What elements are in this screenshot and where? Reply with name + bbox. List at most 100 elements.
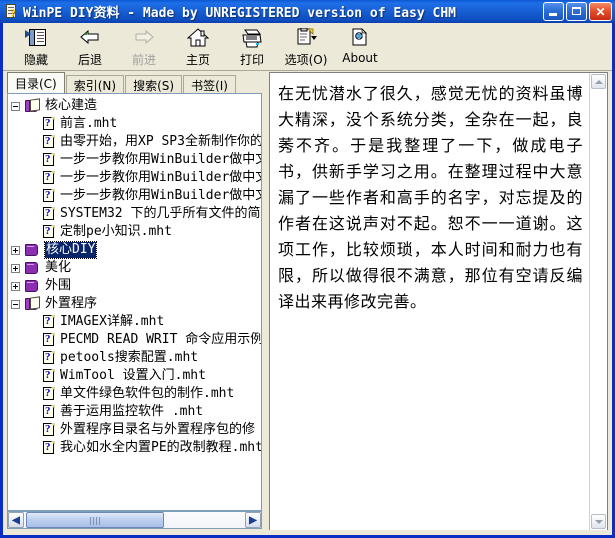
window-title: WinPE DIY资料 - Made by UNREGISTERED versi… <box>23 6 456 21</box>
tree-item[interactable]: ? 我心如水全内置PE的改制教程.mht <box>11 439 262 457</box>
chm-viewer-window: ? WinPE DIY资料 - Made by UNREGISTERED ver… <box>0 0 615 538</box>
tree-item[interactable]: ? 一步一步教你用WinBuilder做中文 <box>11 187 261 205</box>
chevron-up-icon <box>594 79 603 84</box>
open-book-icon <box>24 98 41 113</box>
panes-container: 目录(C) 索引(N) 搜索(S) 书签(I) 核心建造? 前言.mht? 由零开始… <box>3 72 612 535</box>
tree-item[interactable]: 外置程序 <box>11 295 261 313</box>
help-page-icon: ? <box>42 333 56 347</box>
scroll-right-button[interactable]: ▶ <box>245 512 261 528</box>
tree-item[interactable]: ? SYSTEM32 下的几乎所有文件的简! <box>11 205 262 223</box>
tab-search[interactable]: 搜索(S) <box>125 75 183 94</box>
tree-item-label: SYSTEM32 下的几乎所有文件的简! <box>60 206 262 221</box>
home-button[interactable]: 主页 <box>171 23 225 69</box>
tab-bookmarks[interactable]: 书签(I) <box>183 75 236 94</box>
hide-button-label: 隐藏 <box>23 53 48 67</box>
tree-item[interactable]: ? 一步一步教你用WinBuilder做中文 <box>11 169 262 187</box>
tree-item[interactable]: ? petools搜索配置.mht <box>11 349 261 367</box>
chm-help-icon: ? <box>4 3 20 20</box>
help-page-icon: ? <box>42 441 56 455</box>
back-arrow-icon <box>78 27 102 49</box>
tree-item-label: 美化 <box>45 260 72 275</box>
tree-item[interactable]: ? 定制pe小知识.mht <box>11 223 261 241</box>
help-page-icon: ? <box>42 189 56 203</box>
tree-item[interactable]: 核心建造 <box>11 97 261 115</box>
chevron-down-icon <box>594 519 603 524</box>
maximize-button[interactable] <box>566 2 587 21</box>
tab-contents[interactable]: 目录(C) <box>7 72 65 94</box>
open-book-icon <box>24 296 41 311</box>
tree-item-label: 核心DIY <box>43 241 98 259</box>
nav-tabstrip: 目录(C) 索引(N) 搜索(S) 书签(I) <box>7 72 262 94</box>
help-page-icon: ? <box>42 153 56 167</box>
closed-book-icon <box>24 261 41 275</box>
tree-item[interactable]: ? 前言.mht <box>11 115 261 133</box>
tree-item-label: IMAGEX详解.mht <box>60 314 165 329</box>
tab-search-label: 搜索(S) <box>133 78 175 93</box>
tree-item[interactable]: 核心DIY <box>11 241 261 259</box>
help-page-icon: ? <box>42 171 56 185</box>
hscroll-thumb[interactable] <box>26 512 164 528</box>
tree-item[interactable]: ? 单文件绿色软件包的制作.mht <box>11 385 261 403</box>
options-icon <box>294 27 318 49</box>
hscroll-track[interactable] <box>24 512 245 528</box>
scroll-left-button[interactable]: ◀ <box>8 512 24 528</box>
back-button-label: 后退 <box>77 53 102 67</box>
tree-item[interactable]: 外围 <box>11 277 261 295</box>
tab-contents-label: 目录(C) <box>15 77 57 91</box>
forward-button[interactable]: 前进 <box>117 23 171 69</box>
tree-item[interactable]: ? 一步一步教你用WinBuilder做中文 <box>11 151 261 169</box>
tree-item-label: 一步一步教你用WinBuilder做中文 <box>60 170 262 185</box>
help-page-icon: ? <box>42 225 56 239</box>
tab-index[interactable]: 索引(N) <box>65 75 125 94</box>
tree-horizontal-scrollbar[interactable]: ◀ ▶ <box>7 511 262 529</box>
tree-item-label: 由零开始，用XP SP3全新制作你的 <box>60 134 262 149</box>
tree-expand-icon[interactable] <box>11 245 20 255</box>
help-page-icon: ? <box>42 369 56 383</box>
hide-button[interactable]: 隐藏 <box>9 23 63 69</box>
print-button[interactable]: 打印 <box>225 23 279 69</box>
content-pane: 在无忧潜水了很久，感觉无忧的资料虽博大精深，没个系统分类，全杂在一起，良莠不齐。… <box>269 72 608 531</box>
forward-button-label: 前进 <box>131 53 156 67</box>
tree-item[interactable]: ? IMAGEX详解.mht <box>11 313 261 331</box>
tree-item-label: 外围 <box>45 278 72 293</box>
tree-item[interactable]: 美化 <box>11 259 261 277</box>
help-page-icon: ? <box>42 387 56 401</box>
tree-expand-icon[interactable] <box>11 263 20 273</box>
hscroll-grip-icon <box>90 517 100 525</box>
tree-collapse-icon[interactable] <box>11 299 20 309</box>
closed-book-icon <box>24 243 41 257</box>
tree-item-label: PECMD READ WRIT 命令应用示例.m <box>60 332 262 347</box>
content-vertical-scrollbar[interactable] <box>589 73 607 530</box>
about-button[interactable]: About <box>333 23 387 69</box>
tree-item[interactable]: ? PECMD READ WRIT 命令应用示例.m <box>11 331 262 349</box>
close-button[interactable]: ✕ <box>589 2 612 21</box>
tree-item-label: 核心建造 <box>45 98 98 113</box>
tree-item-label: 前言.mht <box>60 116 118 131</box>
tree-collapse-icon[interactable] <box>11 101 20 111</box>
tree-expand-icon[interactable] <box>11 281 20 291</box>
toolbar: 隐藏 后退 前进 主页 打印 选项(O) About <box>3 23 612 71</box>
options-button[interactable]: 选项(O) <box>279 23 333 69</box>
tree-item[interactable]: ? 由零开始，用XP SP3全新制作你的 <box>11 133 262 151</box>
back-button[interactable]: 后退 <box>63 23 117 69</box>
tree-item-label: petools搜索配置.mht <box>60 350 199 365</box>
scroll-down-button[interactable] <box>591 514 606 529</box>
scroll-up-button[interactable] <box>591 74 606 89</box>
tree-items-container: 核心建造? 前言.mht? 由零开始，用XP SP3全新制作你的? 一步一步教你用Wi… <box>11 97 262 457</box>
navigation-pane: 目录(C) 索引(N) 搜索(S) 书签(I) 核心建造? 前言.mht? 由零开始… <box>7 72 262 531</box>
help-page-icon: ? <box>42 315 56 329</box>
help-page-icon: ? <box>42 423 56 437</box>
help-page-icon: ? <box>42 117 56 131</box>
print-button-label: 打印 <box>239 53 264 67</box>
tree-item[interactable]: ? 外置程序目录名与外置程序包的修 <box>11 421 261 439</box>
scroll-left-icon: ◀ <box>12 514 20 526</box>
maximize-icon <box>572 7 581 15</box>
tree-item-label: 善于运用监控软件 .mht <box>60 404 204 419</box>
tree-item[interactable]: ? WimTool 设置入门.mht <box>11 367 261 385</box>
tree-item[interactable]: ? 善于运用监控软件 .mht <box>11 403 261 421</box>
about-button-label: About <box>342 51 378 65</box>
help-page-icon: ? <box>42 207 56 221</box>
minimize-button[interactable] <box>543 2 564 21</box>
contents-tree[interactable]: 核心建造? 前言.mht? 由零开始，用XP SP3全新制作你的? 一步一步教你用Wi… <box>7 93 262 511</box>
tree-item-label: 我心如水全内置PE的改制教程.mht <box>60 440 262 455</box>
